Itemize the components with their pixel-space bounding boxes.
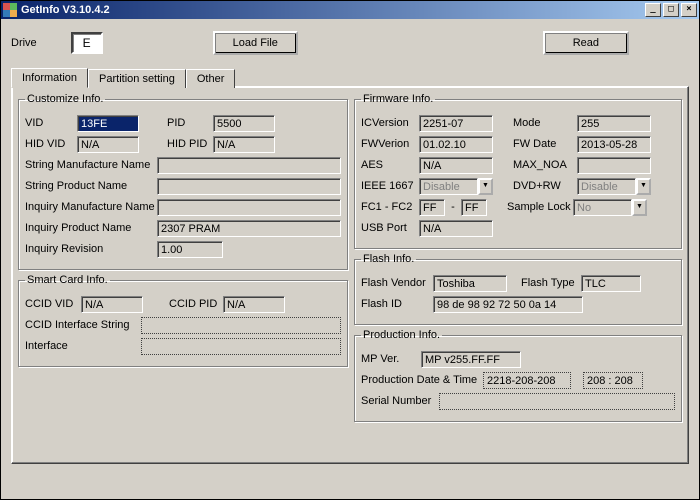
chevron-down-icon: ▼ — [632, 199, 647, 216]
flash-id-label: Flash ID — [361, 298, 429, 310]
interface-field[interactable] — [141, 338, 341, 355]
titlebar: GetInfo V3.10.4.2 _ □ × — [1, 1, 699, 19]
read-button[interactable]: Read — [543, 31, 629, 55]
window-title: GetInfo V3.10.4.2 — [21, 4, 645, 16]
mpver-field[interactable]: MP v255.FF.FF — [421, 351, 521, 368]
hidpid-label: HID PID — [167, 138, 209, 150]
pid-field[interactable]: 5500 — [213, 115, 275, 132]
hidvid-field[interactable]: N/A — [77, 136, 139, 153]
fc-dash: - — [449, 201, 457, 213]
maximize-button[interactable]: □ — [663, 3, 679, 17]
icversion-field[interactable]: 2251-07 — [419, 115, 493, 132]
chevron-down-icon: ▼ — [636, 178, 651, 195]
minimize-button[interactable]: _ — [645, 3, 661, 17]
drive-label: Drive — [11, 37, 37, 49]
ccid-pid-label: CCID PID — [169, 298, 219, 310]
inq-mfg-field[interactable] — [157, 199, 341, 216]
mode-field[interactable]: 255 — [577, 115, 651, 132]
top-toolbar: Drive E Load File Read — [1, 19, 699, 61]
close-button[interactable]: × — [681, 3, 697, 17]
sample-lock-label: Sample Lock — [507, 201, 569, 213]
str-mfg-field[interactable] — [157, 157, 341, 174]
aes-label: AES — [361, 159, 415, 171]
hidvid-label: HID VID — [25, 138, 73, 150]
tab-panel: Customize Info. VID 13FE PID 5500 HID VI… — [11, 86, 689, 464]
interface-label: Interface — [25, 340, 137, 352]
str-prod-label: String Product Name — [25, 180, 153, 192]
fc1-field[interactable]: FF — [419, 199, 445, 216]
firmware-legend: Firmware Info. — [361, 93, 435, 105]
flash-type-field[interactable]: TLC — [581, 275, 641, 292]
flash-type-label: Flash Type — [521, 277, 577, 289]
serial-label: Serial Number — [361, 395, 435, 407]
vid-label: VID — [25, 117, 73, 129]
ccid-pid-field[interactable]: N/A — [223, 296, 285, 313]
smart-card-info-group: Smart Card Info. CCID VID N/A CCID PID N… — [18, 274, 348, 367]
window: GetInfo V3.10.4.2 _ □ × Drive E Load Fil… — [0, 0, 700, 500]
flash-vendor-label: Flash Vendor — [361, 277, 429, 289]
usbport-field[interactable]: N/A — [419, 220, 493, 237]
ieee-label: IEEE 1667 — [361, 180, 415, 192]
mode-label: Mode — [513, 117, 573, 129]
hidpid-field[interactable]: N/A — [213, 136, 275, 153]
inq-rev-field[interactable]: 1.00 — [157, 241, 223, 258]
inq-prod-field[interactable]: 2307 PRAM — [157, 220, 341, 237]
fc2-field[interactable]: FF — [461, 199, 487, 216]
str-mfg-label: String Manufacture Name — [25, 159, 153, 171]
inq-prod-label: Inquiry Product Name — [25, 222, 153, 234]
dvdrw-label: DVD+RW — [513, 180, 573, 192]
ccid-if-field[interactable] — [141, 317, 341, 334]
firmware-info-group: Firmware Info. ICVersion 2251-07 Mode 25… — [354, 93, 682, 249]
mpver-label: MP Ver. — [361, 353, 417, 365]
fwdate-label: FW Date — [513, 138, 573, 150]
flash-legend: Flash Info. — [361, 253, 416, 265]
maxnoa-field[interactable] — [577, 157, 651, 174]
dvdrw-combo[interactable]: Disable▼ — [577, 178, 651, 195]
prod-dt-label: Production Date & Time — [361, 374, 479, 386]
app-icon — [3, 3, 17, 17]
smartcard-legend: Smart Card Info. — [25, 274, 110, 286]
aes-field[interactable]: N/A — [419, 157, 493, 174]
pid-label: PID — [167, 117, 209, 129]
drive-input[interactable]: E — [71, 32, 103, 54]
fwver-field[interactable]: 01.02.10 — [419, 136, 493, 153]
prod-date-field[interactable]: 2218-208-208 — [483, 372, 571, 389]
tab-information[interactable]: Information — [11, 68, 88, 88]
flash-info-group: Flash Info. Flash Vendor Toshiba Flash T… — [354, 253, 682, 325]
sample-lock-combo[interactable]: No▼ — [573, 199, 647, 216]
inq-rev-label: Inquiry Revision — [25, 243, 153, 255]
load-file-button[interactable]: Load File — [213, 31, 298, 55]
production-legend: Production Info. — [361, 329, 442, 341]
production-info-group: Production Info. MP Ver. MP v255.FF.FF P… — [354, 329, 682, 422]
customize-legend: Customize Info. — [25, 93, 105, 105]
str-prod-field[interactable] — [157, 178, 341, 195]
ccid-vid-field[interactable]: N/A — [81, 296, 143, 313]
fwver-label: FWVerion — [361, 138, 415, 150]
fwdate-field[interactable]: 2013-05-28 — [577, 136, 651, 153]
prod-time-field[interactable]: 208 : 208 — [583, 372, 643, 389]
flash-id-field[interactable]: 98 de 98 92 72 50 0a 14 — [433, 296, 583, 313]
customize-info-group: Customize Info. VID 13FE PID 5500 HID VI… — [18, 93, 348, 270]
icversion-label: ICVersion — [361, 117, 415, 129]
tab-partition-setting[interactable]: Partition setting — [88, 69, 186, 88]
ccid-vid-label: CCID VID — [25, 298, 77, 310]
inq-mfg-label: Inquiry Manufacture Name — [25, 201, 153, 213]
fc-label: FC1 - FC2 — [361, 201, 415, 213]
maxnoa-label: MAX_NOA — [513, 159, 573, 171]
ieee-combo[interactable]: Disable▼ — [419, 178, 493, 195]
vid-field[interactable]: 13FE — [77, 115, 139, 132]
serial-field[interactable] — [439, 393, 675, 410]
tab-container: Information Partition setting Other Cust… — [11, 67, 689, 464]
chevron-down-icon: ▼ — [478, 178, 493, 195]
tab-other[interactable]: Other — [186, 69, 236, 88]
flash-vendor-field[interactable]: Toshiba — [433, 275, 507, 292]
ccid-if-label: CCID Interface String — [25, 319, 137, 331]
usbport-label: USB Port — [361, 222, 415, 234]
